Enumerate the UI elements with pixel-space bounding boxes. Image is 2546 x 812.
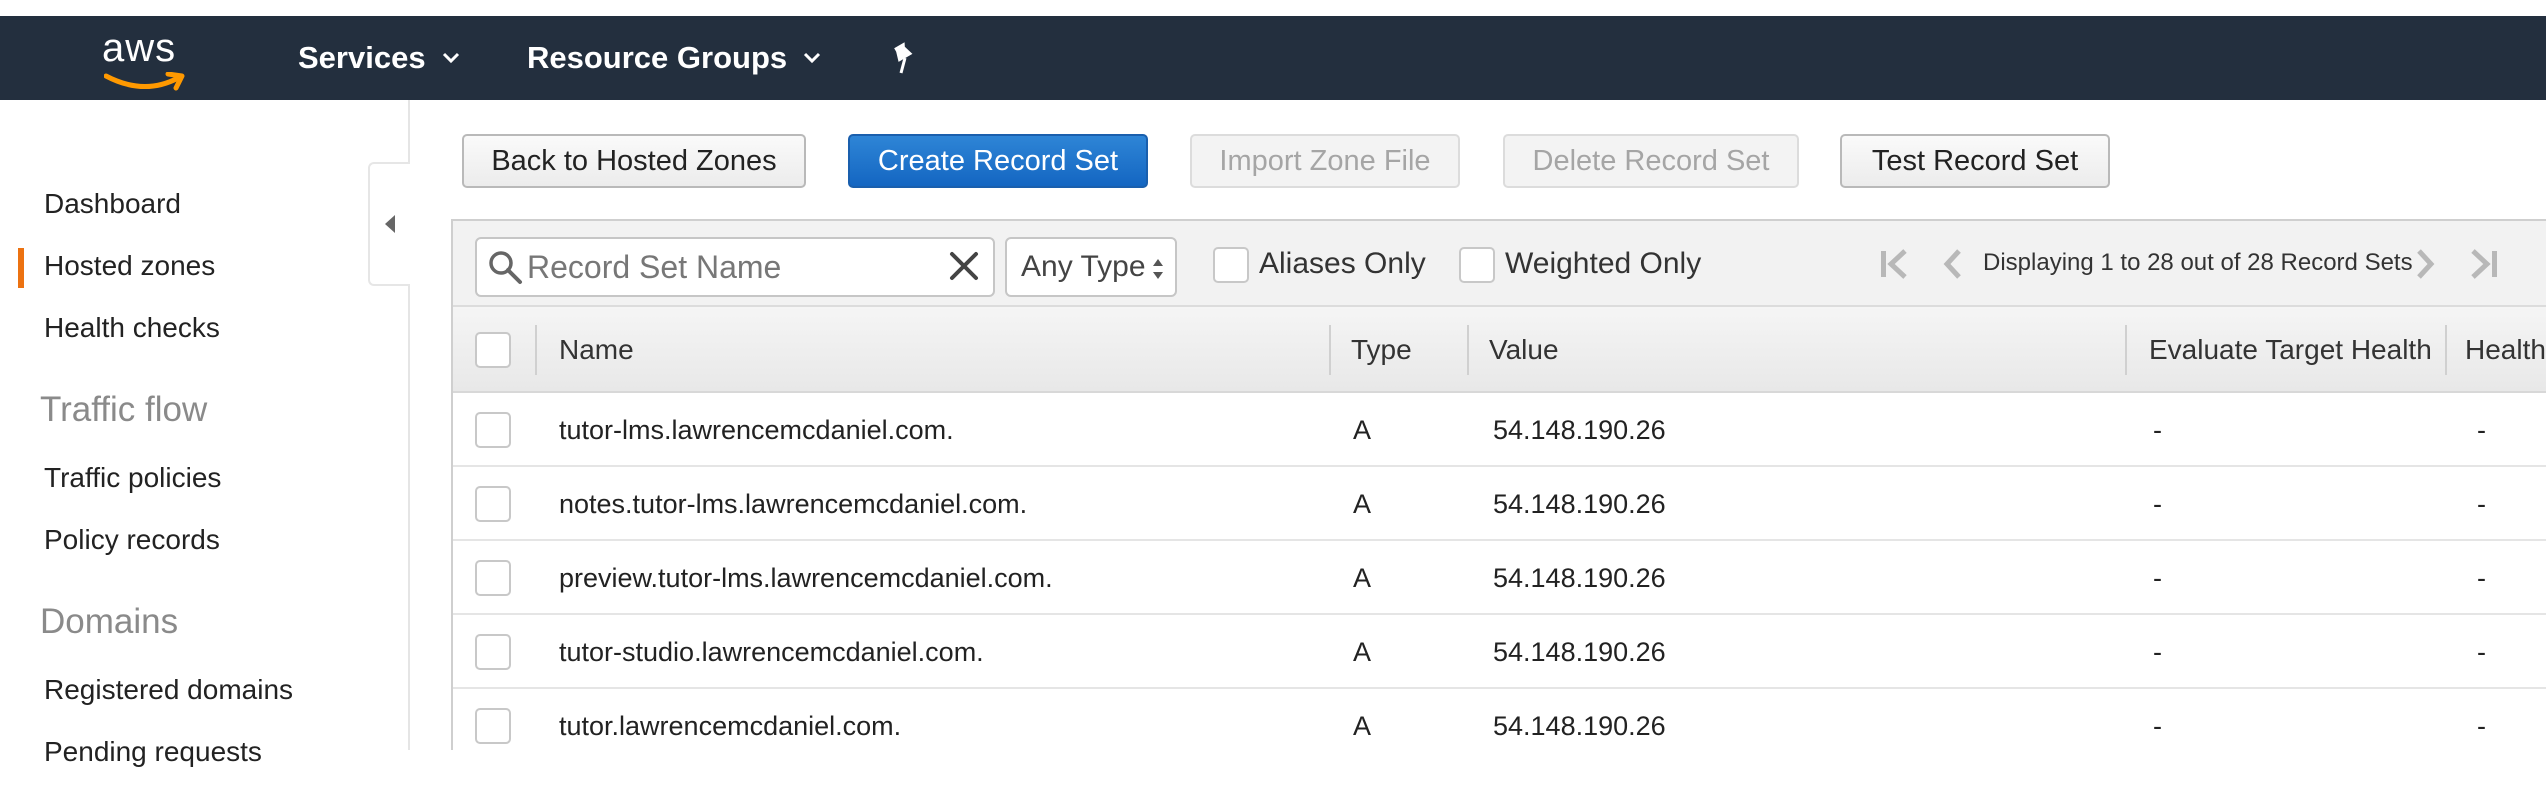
table-row[interactable]: tutor-studio.lawrencemcdaniel.com. A 54.…: [453, 615, 2546, 689]
column-header-type[interactable]: Type: [1351, 307, 1412, 393]
last-page-icon[interactable]: [2467, 247, 2501, 281]
column-header-health[interactable]: Health: [2465, 307, 2546, 393]
aliases-only-checkbox[interactable]: [1213, 247, 1249, 283]
first-page-icon[interactable]: [1877, 247, 1911, 281]
previous-page-icon[interactable]: [1941, 247, 1965, 281]
record-set-search-box[interactable]: [475, 237, 995, 297]
record-type-value: Any Type: [1021, 250, 1146, 283]
aws-logo-text: aws: [102, 26, 177, 70]
back-to-hosted-zones-button[interactable]: Back to Hosted Zones: [462, 134, 806, 188]
evaluate-target-health-cell: -: [2153, 488, 2162, 519]
table-row[interactable]: notes.tutor-lms.lawrencemcdaniel.com. A …: [453, 467, 2546, 541]
sidebar-item-policy-records[interactable]: Policy records: [44, 524, 220, 556]
delete-record-set-button[interactable]: Delete Record Set: [1503, 134, 1799, 188]
column-divider: [1329, 325, 1331, 375]
table-row[interactable]: tutor.lawrencemcdaniel.com. A 54.148.190…: [453, 689, 2546, 750]
pagination-summary: Displaying 1 to 28 out of 28 Record Sets: [1983, 249, 2413, 276]
column-divider: [2445, 325, 2447, 375]
record-sets-panel: Any Type Aliases Only Weighted Only Disp…: [451, 219, 2546, 750]
column-divider: [535, 325, 537, 375]
health-check-cell: -: [2477, 562, 2486, 593]
caret-left-icon: [385, 215, 395, 233]
import-zone-file-button[interactable]: Import Zone File: [1190, 134, 1460, 188]
column-header-evaluate-target-health[interactable]: Evaluate Target Health: [2149, 307, 2432, 393]
record-name-cell: notes.tutor-lms.lawrencemcdaniel.com.: [559, 488, 1028, 519]
test-record-set-button[interactable]: Test Record Set: [1840, 134, 2110, 188]
record-type-cell: A: [1353, 562, 1372, 593]
table-header: Name Type Value Evaluate Target Health H…: [453, 307, 2546, 393]
select-all-checkbox[interactable]: [475, 332, 511, 368]
sidebar-item-hosted-zones[interactable]: Hosted zones: [44, 250, 215, 282]
resource-groups-menu[interactable]: Resource Groups: [527, 16, 821, 100]
filter-bar: Any Type Aliases Only Weighted Only Disp…: [453, 221, 2546, 307]
create-record-set-button[interactable]: Create Record Set: [848, 134, 1148, 188]
sidebar-item-registered-domains[interactable]: Registered domains: [44, 674, 293, 706]
record-name-cell: tutor-lms.lawrencemcdaniel.com.: [559, 414, 954, 445]
weighted-only-label: Weighted Only: [1505, 247, 1702, 280]
sidebar-heading-traffic-flow: Traffic flow: [40, 390, 208, 429]
column-header-value[interactable]: Value: [1489, 307, 1559, 393]
sidebar-item-dashboard[interactable]: Dashboard: [44, 188, 181, 220]
sidebar-item-traffic-policies[interactable]: Traffic policies: [44, 462, 221, 494]
row-checkbox[interactable]: [475, 560, 511, 596]
evaluate-target-health-cell: -: [2153, 562, 2162, 593]
record-set-name-input[interactable]: [527, 247, 927, 287]
active-item-marker: [18, 248, 24, 288]
record-type-cell: A: [1353, 636, 1372, 667]
row-checkbox[interactable]: [475, 634, 511, 670]
chevron-down-icon: [804, 52, 821, 64]
aws-smile-icon: [104, 72, 185, 91]
row-checkbox[interactable]: [475, 486, 511, 522]
services-menu[interactable]: Services: [298, 16, 460, 100]
record-type-cell: A: [1353, 488, 1372, 519]
search-icon: [489, 251, 522, 284]
record-name-cell: tutor.lawrencemcdaniel.com.: [559, 710, 902, 741]
record-name-cell: tutor-studio.lawrencemcdaniel.com.: [559, 636, 984, 667]
evaluate-target-health-cell: -: [2153, 414, 2162, 445]
record-value-cell: 54.148.190.26: [1493, 636, 1666, 667]
health-check-cell: -: [2477, 710, 2486, 741]
sidebar-item-pending-requests[interactable]: Pending requests: [44, 736, 262, 768]
health-check-cell: -: [2477, 488, 2486, 519]
next-page-icon[interactable]: [2413, 247, 2437, 281]
weighted-only-checkbox[interactable]: [1459, 247, 1495, 283]
table-row[interactable]: preview.tutor-lms.lawrencemcdaniel.com. …: [453, 541, 2546, 615]
health-check-cell: -: [2477, 636, 2486, 667]
row-checkbox[interactable]: [475, 412, 511, 448]
services-label: Services: [298, 40, 426, 75]
pin-icon[interactable]: [890, 42, 920, 76]
evaluate-target-health-cell: -: [2153, 636, 2162, 667]
record-value-cell: 54.148.190.26: [1493, 710, 1666, 741]
record-name-cell: preview.tutor-lms.lawrencemcdaniel.com.: [559, 562, 1053, 593]
select-arrows-icon: [1153, 259, 1163, 279]
aliases-only-label: Aliases Only: [1259, 247, 1426, 280]
record-type-select[interactable]: Any Type: [1005, 237, 1177, 297]
resource-groups-label: Resource Groups: [527, 40, 788, 75]
top-navigation-bar: aws Services Resource Groups: [0, 16, 2546, 100]
sidebar-collapse-button[interactable]: [368, 162, 410, 286]
column-divider: [2125, 325, 2127, 375]
sidebar-item-health-checks[interactable]: Health checks: [44, 312, 220, 344]
column-divider: [1467, 325, 1469, 375]
column-header-name[interactable]: Name: [559, 307, 634, 393]
record-type-cell: A: [1353, 710, 1372, 741]
evaluate-target-health-cell: -: [2153, 710, 2162, 741]
close-icon[interactable]: [947, 249, 981, 283]
table-row[interactable]: tutor-lms.lawrencemcdaniel.com. A 54.148…: [453, 393, 2546, 467]
sidebar: Dashboard Hosted zones Health checks Tra…: [0, 100, 410, 767]
record-value-cell: 54.148.190.26: [1493, 488, 1666, 519]
sidebar-heading-domains: Domains: [40, 602, 179, 641]
health-check-cell: -: [2477, 414, 2486, 445]
aws-logo[interactable]: aws: [98, 26, 190, 92]
record-value-cell: 54.148.190.26: [1493, 414, 1666, 445]
row-checkbox[interactable]: [475, 708, 511, 744]
record-type-cell: A: [1353, 414, 1372, 445]
chevron-down-icon: [442, 52, 459, 64]
record-value-cell: 54.148.190.26: [1493, 562, 1666, 593]
